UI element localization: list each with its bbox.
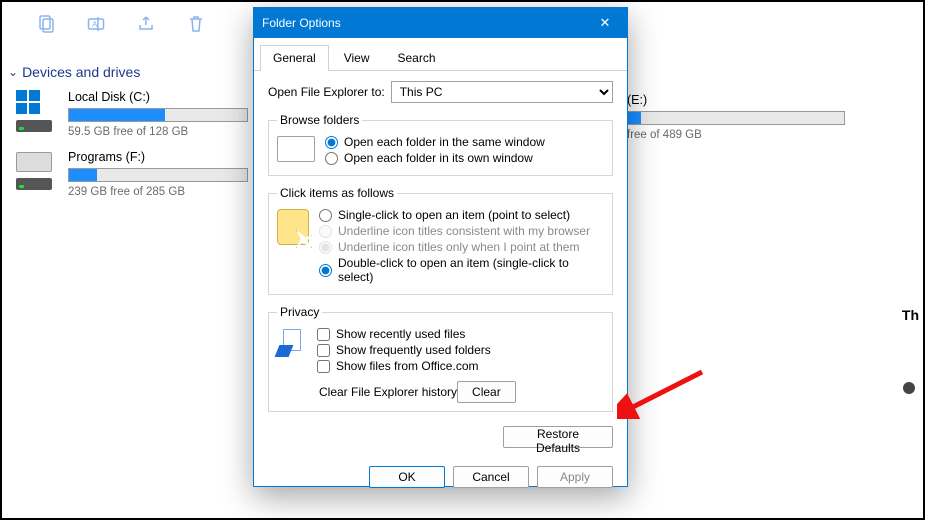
tab-view[interactable]: View — [331, 45, 383, 71]
svg-text:A: A — [92, 20, 98, 29]
radio-double-click[interactable]: Double-click to open an item (single-cli… — [319, 256, 604, 284]
radio-underline-browser: Underline icon titles consistent with my… — [319, 224, 604, 238]
click-items-group: Click items as follows Single-click to o… — [268, 186, 613, 295]
radio-underline-point: Underline icon titles only when I point … — [319, 240, 604, 254]
folder-options-dialog: Folder Options ✕ General View Search Ope… — [253, 7, 628, 487]
dialog-content: Open File Explorer to: This PC Browse fo… — [254, 71, 627, 456]
windows-drive-icon — [16, 90, 56, 138]
radio-same-window[interactable]: Open each folder in the same window — [325, 135, 545, 149]
cancel-button[interactable]: Cancel — [453, 466, 529, 488]
explorer-toolbar: A — [36, 14, 206, 34]
open-explorer-label: Open File Explorer to: — [268, 85, 385, 99]
drive-free-text: 59.5 GB free of 128 GB — [68, 126, 248, 138]
privacy-group: Privacy Show recently used files Show fr… — [268, 305, 613, 412]
cursor-icon — [277, 209, 309, 245]
cutoff-text: Th — [902, 307, 919, 323]
drive-item[interactable]: Local Disk (C:) 59.5 GB free of 128 GB — [16, 90, 248, 138]
privacy-icon — [277, 327, 307, 357]
drive-free-text: free of 489 GB — [627, 129, 845, 141]
browse-legend: Browse folders — [277, 113, 362, 127]
dialog-button-row: OK Cancel Apply — [254, 456, 627, 502]
copy-icon[interactable] — [36, 14, 56, 34]
drive-name: Local Disk (C:) — [68, 90, 248, 104]
open-explorer-select[interactable]: This PC — [391, 81, 613, 103]
checkbox-office-files[interactable]: Show files from Office.com — [317, 359, 518, 373]
drive-item[interactable]: (E:) free of 489 GB — [627, 93, 845, 141]
section-title: Devices and drives — [22, 64, 140, 80]
dialog-titlebar[interactable]: Folder Options ✕ — [254, 8, 627, 38]
apply-button[interactable]: Apply — [537, 466, 613, 488]
ok-button[interactable]: OK — [369, 466, 445, 488]
drive-usage-bar — [68, 108, 248, 122]
annotation-arrow — [617, 367, 707, 419]
drive-name: Programs (F:) — [68, 150, 248, 164]
hdd-icon — [16, 150, 56, 198]
browse-folders-group: Browse folders Open each folder in the s… — [268, 113, 613, 176]
radio-single-click[interactable]: Single-click to open an item (point to s… — [319, 208, 604, 222]
cutoff-circle — [903, 382, 915, 394]
delete-icon[interactable] — [186, 14, 206, 34]
radio-own-window[interactable]: Open each folder in its own window — [325, 151, 545, 165]
drive-item[interactable]: Programs (F:) 239 GB free of 285 GB — [16, 150, 248, 198]
drive-name: (E:) — [627, 93, 845, 107]
tab-general[interactable]: General — [260, 45, 329, 71]
close-icon[interactable]: ✕ — [583, 8, 627, 38]
checkbox-frequent-folders[interactable]: Show frequently used folders — [317, 343, 518, 357]
restore-defaults-button[interactable]: Restore Defaults — [503, 426, 613, 448]
tab-search[interactable]: Search — [385, 45, 449, 71]
dialog-title: Folder Options — [262, 16, 341, 30]
dialog-tabs: General View Search — [254, 38, 627, 71]
drive-usage-bar — [68, 168, 248, 182]
checkbox-recent-files[interactable]: Show recently used files — [317, 327, 518, 341]
drive-usage-bar — [627, 111, 845, 125]
drive-free-text: 239 GB free of 285 GB — [68, 186, 248, 198]
privacy-legend: Privacy — [277, 305, 322, 319]
chevron-down-icon: ⌄ — [8, 65, 18, 79]
clear-button[interactable]: Clear — [457, 381, 516, 403]
clear-history-label: Clear File Explorer history — [319, 385, 457, 399]
devices-drives-header[interactable]: ⌄ Devices and drives — [8, 64, 140, 80]
rename-icon[interactable]: A — [86, 14, 106, 34]
click-legend: Click items as follows — [277, 186, 397, 200]
window-icon — [277, 136, 315, 162]
share-icon[interactable] — [136, 14, 156, 34]
